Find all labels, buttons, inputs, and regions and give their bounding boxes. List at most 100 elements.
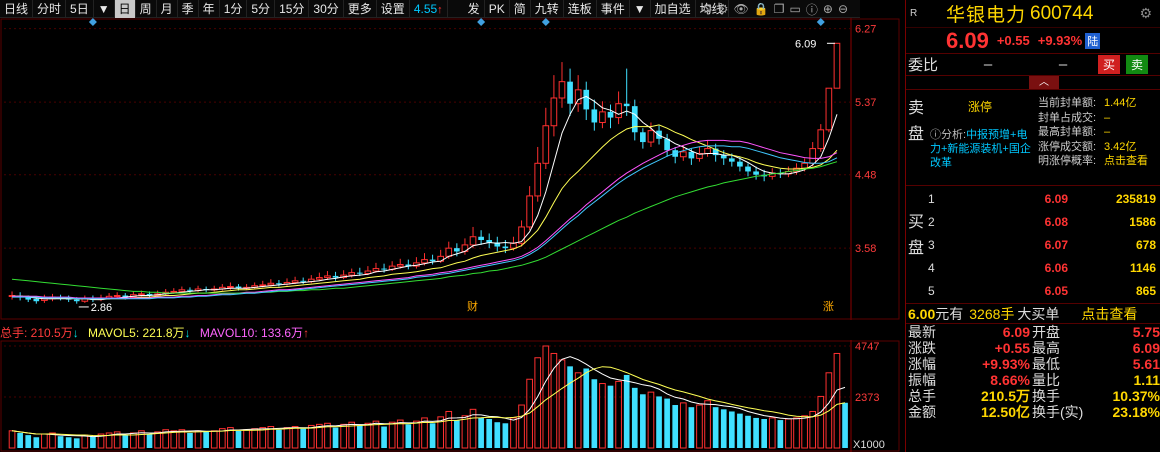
gear-icon[interactable]: ⚙: [1139, 5, 1152, 22]
tab-15min[interactable]: 15分: [275, 0, 310, 18]
tab-5day[interactable]: 5日: [66, 0, 94, 18]
volume-bar: [210, 430, 218, 449]
mavol5-value: MAVOL5: 221.8万: [88, 326, 185, 340]
stat-value: 5.61: [1132, 356, 1160, 372]
volume-bar: [737, 413, 743, 448]
comment-icon[interactable]: ▭: [790, 2, 801, 16]
limit-up-info: 当前封单额: 1.44亿 封单占成交: – 最高封单额: – 涨停成交额: 3.42亿 …: [1038, 96, 1160, 169]
volume-bar: [534, 357, 542, 449]
plus-icon[interactable]: ⊕: [823, 2, 833, 16]
info-value: –: [1104, 111, 1111, 124]
volume-bar: [413, 420, 420, 449]
tab-30min[interactable]: 30分: [309, 0, 344, 18]
candle-body: [381, 268, 387, 270]
stat-value: 23.18%: [1112, 404, 1160, 420]
tab-lianban[interactable]: 连板: [564, 0, 597, 18]
eye-icon[interactable]: 👁: [734, 2, 749, 16]
sell-side-label: 卖盘: [908, 100, 925, 143]
minus-icon[interactable]: ⊖: [838, 2, 848, 16]
view-link[interactable]: 点击查看: [1104, 154, 1148, 169]
candle-body: [542, 125, 550, 164]
lock-icon[interactable]: 🔒: [754, 2, 769, 16]
candle-body: [623, 103, 630, 107]
buy-button[interactable]: 买: [1098, 55, 1121, 74]
candle-body: [454, 248, 460, 252]
ma20-line: [12, 139, 838, 299]
volume-bar: [65, 437, 72, 448]
kline-chart[interactable]: 6.27 5.37 4.48 3.58 6.09 2.86 财 涨: [0, 18, 900, 320]
collapse-bar[interactable]: ︿: [906, 76, 1160, 90]
candle-body: [478, 236, 484, 241]
candle-body: [688, 151, 695, 159]
price-change-pct: +9.93%: [1037, 33, 1083, 48]
stat-value: 6.09: [1132, 340, 1160, 356]
tab-1min[interactable]: 1分: [220, 0, 248, 18]
volume-bar: [696, 404, 703, 449]
candle-body: [445, 247, 453, 257]
stat-value: 5.75: [1132, 324, 1160, 340]
copy-icon[interactable]: ❐: [774, 2, 785, 16]
tab-events[interactable]: 事件: [597, 0, 630, 18]
up-arrow-icon: ↑: [303, 326, 310, 340]
candle-body: [364, 270, 372, 274]
tab-month[interactable]: 月: [157, 0, 178, 18]
sell-button[interactable]: 卖: [1126, 55, 1149, 74]
tab-daily-line[interactable]: 日线: [0, 0, 34, 18]
volume-bar: [817, 395, 825, 449]
candle-body: [801, 162, 808, 169]
bid-book: 买盘 1 6.09 235819 2 6.08 1586 3 6.07 678 4 6.06 1…: [906, 186, 1160, 304]
volume-bar: [81, 434, 89, 449]
volume-bar: [194, 430, 202, 449]
down-arrow-icon: ↓: [72, 326, 79, 340]
add-watchlist-button[interactable]: 加自选: [651, 0, 696, 18]
analysis-label: 分析:: [941, 129, 967, 141]
ma60-line: [11, 161, 838, 294]
tab-quarter[interactable]: 季: [178, 0, 199, 18]
volume-bar: [356, 425, 363, 448]
dropdown-arrow-icon[interactable]: ▼: [94, 0, 115, 18]
tab-5min[interactable]: 5分: [247, 0, 276, 18]
tab-jiuzhuan[interactable]: 九转: [531, 0, 564, 18]
candle-body: [33, 298, 40, 302]
gear-icon[interactable]: ⚙: [718, 2, 729, 16]
more-button[interactable]: 更多: [344, 0, 377, 18]
dropdown-arrow-icon[interactable]: ▼: [630, 0, 651, 18]
settings-icon[interactable]: ⚙: [702, 2, 713, 16]
volume-chart[interactable]: 4747 2373 X1000: [0, 340, 900, 452]
last-price: 6.09: [946, 27, 989, 53]
toolbar-icons: ⚙ ⚙ 👁 🔒 ❐ ▭ ⓘ ⊕ ⊖: [702, 0, 848, 18]
volume-bar: [785, 418, 792, 449]
volume-bar: [510, 417, 517, 449]
volume-bar: [688, 407, 695, 448]
bid-price: 6.08: [1044, 215, 1068, 229]
tab-intraday[interactable]: 分时: [33, 0, 67, 18]
limit-up-event-label: 涨: [823, 300, 834, 313]
candle-body: [647, 130, 655, 143]
tab-day[interactable]: 日: [114, 0, 136, 18]
settings-button[interactable]: 设置: [377, 0, 410, 18]
tab-year[interactable]: 年: [199, 0, 220, 18]
info-icon[interactable]: ⓘ: [806, 1, 818, 18]
total-volume: 总手: 210.5万: [0, 326, 73, 340]
volume-bar: [461, 415, 469, 449]
candle-body: [640, 132, 646, 143]
tab-week[interactable]: 周: [136, 0, 157, 18]
volume-bar: [90, 436, 96, 448]
volume-bar: [753, 417, 759, 448]
chevron-up-icon[interactable]: ︿: [1029, 76, 1059, 89]
volume-bar: [720, 409, 727, 448]
tab-jian[interactable]: 简: [510, 0, 531, 18]
bid-level: 3: [928, 238, 935, 252]
stat-value: 10.37%: [1112, 388, 1160, 404]
y-tick-label: 5.37: [855, 97, 876, 109]
tab-fa[interactable]: 发: [464, 0, 485, 18]
info-value: 1.44亿: [1104, 97, 1137, 109]
volume-bar: [454, 420, 460, 448]
stats-row: 金额 12.50亿 换手(实) 23.18%: [906, 404, 1160, 420]
stats-table: 最新 6.09 开盘 5.75 涨跌 +0.55 最高 6.09 涨幅 +9.93% 最低 5.6…: [906, 324, 1160, 436]
big-order-link[interactable]: 点击查看: [1081, 304, 1137, 324]
quote-panel: R 华银电力 600744 ⚙ 6.09 +0.55 +9.93% 陆 委比 –…: [905, 0, 1160, 452]
candle-body: [267, 282, 275, 286]
candle-body: [574, 89, 582, 105]
tab-pk[interactable]: PK: [485, 0, 510, 18]
